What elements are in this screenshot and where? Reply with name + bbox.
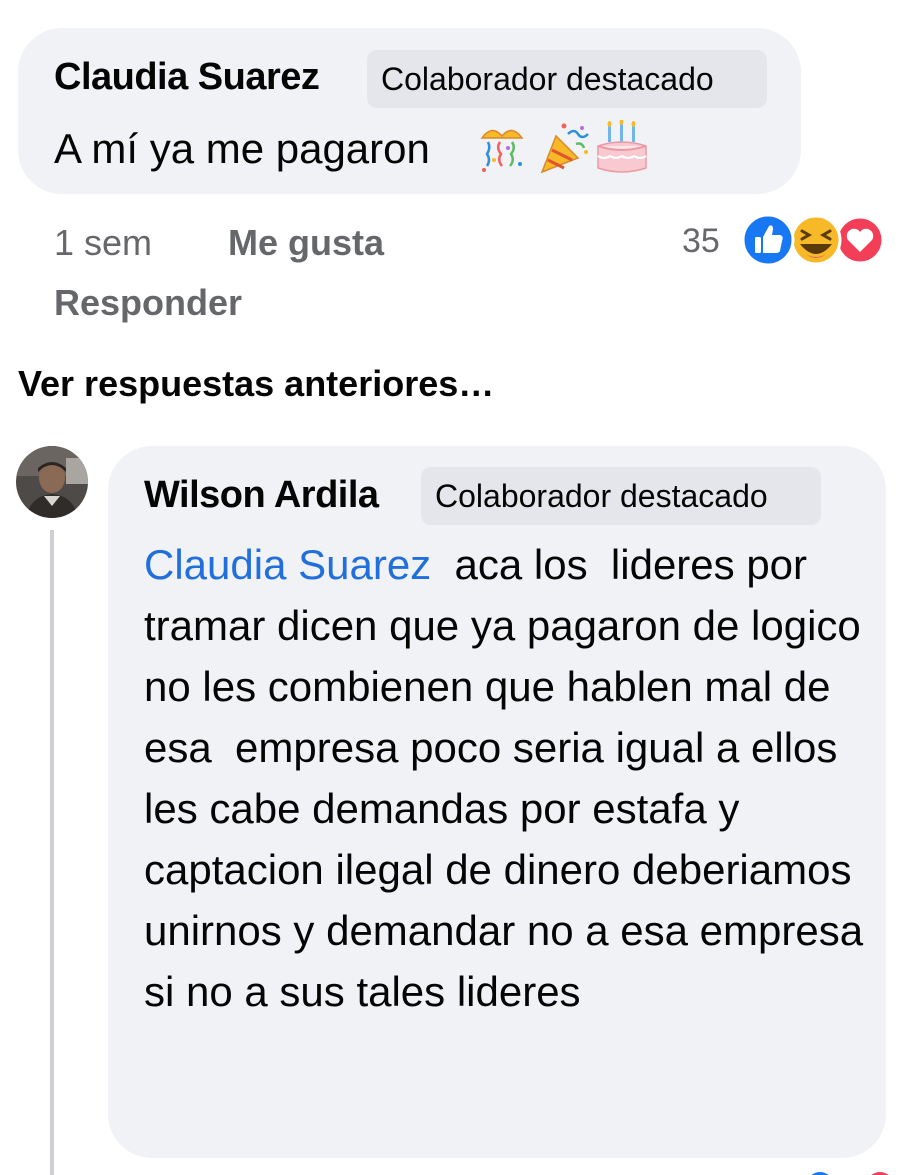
mention-link[interactable]: Claudia Suarez (144, 541, 431, 588)
avatar-photo (16, 446, 88, 518)
reply-author-name[interactable]: Wilson Ardila (144, 472, 379, 518)
comment-author-name[interactable]: Claudia Suarez (54, 54, 320, 100)
reply-button[interactable]: Responder (54, 282, 242, 324)
like-icon (741, 213, 795, 267)
top-contributor-badge[interactable]: Colaborador destacado (421, 467, 821, 525)
comment-timestamp[interactable]: 1 sem (54, 222, 152, 264)
confetti-ball-icon (480, 129, 524, 172)
avatar[interactable] (16, 446, 88, 518)
emoji-row (480, 120, 647, 174)
like-button[interactable]: Me gusta (228, 222, 384, 264)
love-icon (835, 215, 885, 265)
comment-text: A mí ya me pagaron (54, 125, 430, 172)
reply-text: Claudia Suarez aca los lideres por trama… (144, 534, 864, 1022)
view-previous-replies-link[interactable]: Ver respuestas anteriores… (18, 362, 494, 406)
reply-body: aca los lideres por tramar dicen que ya … (144, 541, 875, 1015)
reaction-icons[interactable] (740, 212, 890, 268)
partial-reaction-icons[interactable] (800, 1166, 900, 1175)
haha-icon (790, 214, 842, 266)
top-contributor-badge[interactable]: Colaborador destacado (367, 50, 767, 108)
reaction-count[interactable]: 35 (682, 220, 720, 262)
birthday-cake-icon (597, 120, 647, 173)
comment-thread: Claudia Suarez Colaborador destacado A m… (0, 0, 922, 1175)
party-popper-icon (540, 123, 589, 174)
thread-connector-line (50, 530, 54, 1175)
